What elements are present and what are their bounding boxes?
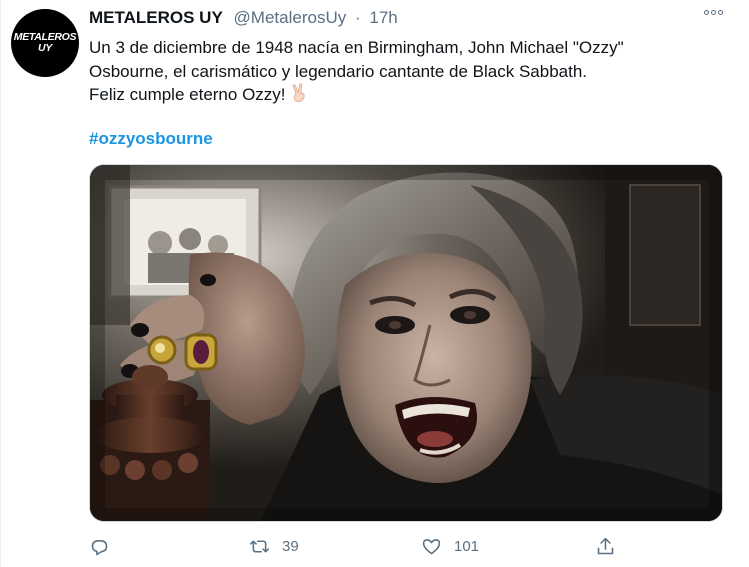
like-count: 101	[454, 538, 480, 555]
tweet-text-line2: Osbourne, el carismático y legendario ca…	[89, 61, 588, 81]
tweet-text-line3: Feliz cumple eterno Ozzy!	[89, 83, 729, 107]
reply-button[interactable]	[89, 536, 122, 557]
hashtag-link[interactable]: #ozzyosbourne	[89, 129, 213, 149]
avatar-text-line2: UY	[38, 42, 52, 54]
tweet-photo[interactable]	[89, 164, 723, 522]
separator-dot: ·	[354, 8, 361, 27]
tweet-text: Un 3 de diciembre de 1948 nacía en Birmi…	[89, 36, 729, 107]
tweet-text-line1: Un 3 de diciembre de 1948 nacía en Birmi…	[89, 38, 624, 57]
tweet[interactable]: METALEROS UY METALEROS UY @MetalerosUy ·…	[0, 0, 749, 567]
like-button[interactable]: 101	[421, 536, 479, 557]
tweet-header: METALEROS UY @MetalerosUy · 17h	[89, 8, 398, 28]
heart-icon	[422, 539, 441, 555]
more-options-icon[interactable]	[704, 10, 723, 15]
reply-icon	[91, 540, 108, 556]
timestamp[interactable]: 17h	[369, 8, 397, 27]
tweet-actions: 39 101	[89, 536, 629, 562]
avatar[interactable]: METALEROS UY	[11, 9, 79, 77]
victory-hand-icon	[292, 83, 305, 103]
user-handle[interactable]: @MetalerosUy	[234, 8, 347, 27]
display-name[interactable]: METALEROS UY	[89, 8, 223, 27]
share-icon	[597, 537, 614, 555]
retweet-icon	[249, 540, 270, 553]
retweet-button[interactable]: 39	[249, 536, 299, 557]
photo-ozzy-osbourne	[90, 165, 722, 521]
tweet-text-line3-content: Feliz cumple eterno Ozzy!	[89, 85, 286, 104]
share-button[interactable]	[595, 536, 616, 557]
retweet-count: 39	[282, 538, 299, 555]
